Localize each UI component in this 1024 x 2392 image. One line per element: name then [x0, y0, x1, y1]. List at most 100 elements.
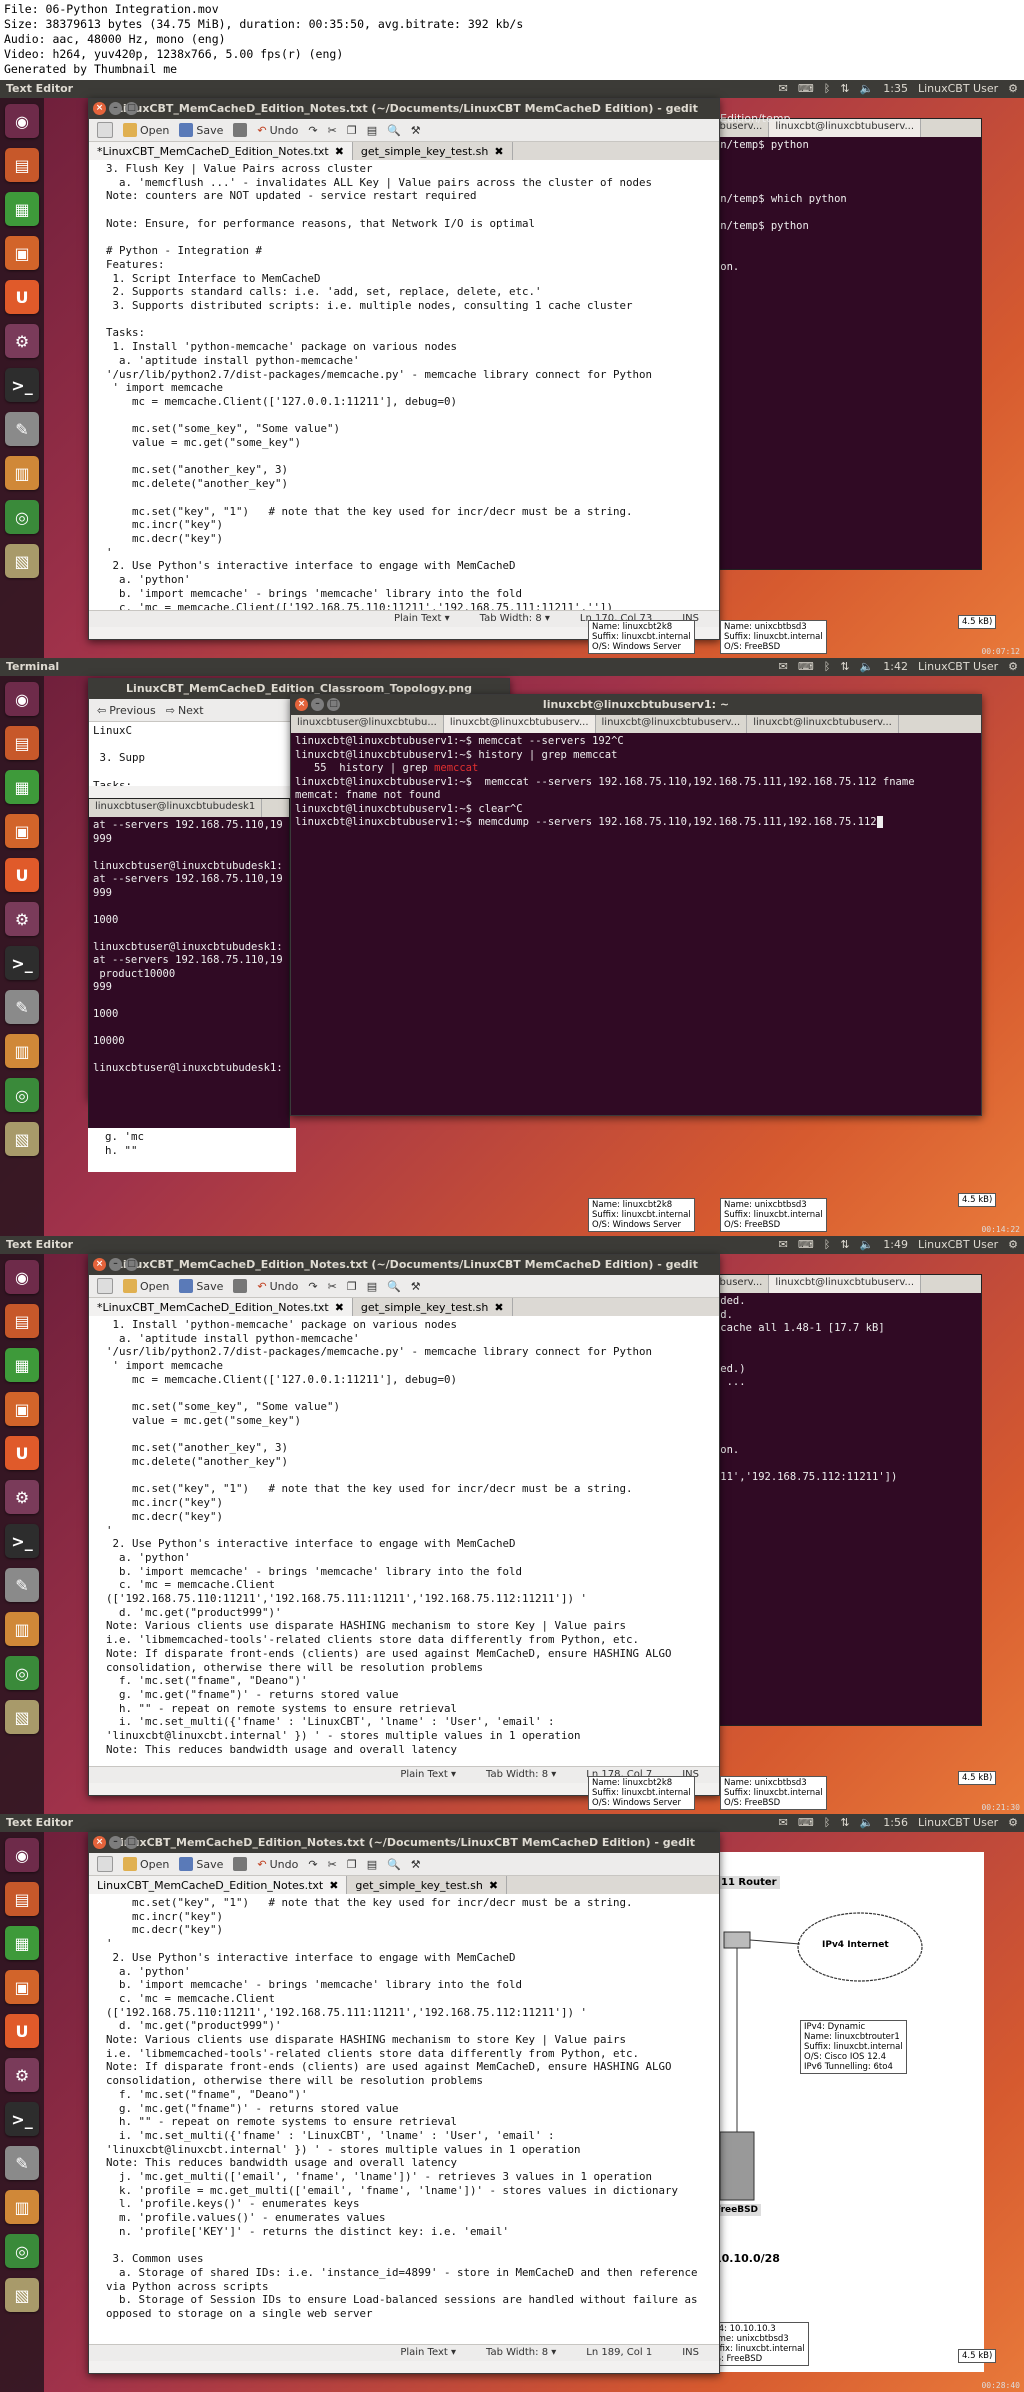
impress-icon[interactable]: ▣: [5, 236, 39, 270]
network-tool-icon[interactable]: ▧: [5, 1122, 39, 1156]
tab-width-selector[interactable]: Tab Width: 8 ▾: [480, 611, 550, 627]
close-icon[interactable]: ✖: [329, 1879, 338, 1892]
terminal-tab[interactable]: linuxcbt@linuxcbtubuserv...: [769, 1275, 922, 1293]
software-center-icon[interactable]: U: [5, 858, 39, 892]
close-icon[interactable]: ×: [93, 102, 106, 115]
previous-button[interactable]: ⇦ Previous: [97, 704, 156, 717]
mail-icon[interactable]: ✉: [779, 1236, 788, 1254]
terminal-output[interactable]: linuxcbt@linuxcbtubuserv1:~$ memccat --s…: [291, 733, 981, 832]
user-menu[interactable]: LinuxCBT User: [918, 80, 998, 98]
redo-button[interactable]: ↷: [308, 124, 317, 137]
new-button[interactable]: [97, 122, 113, 138]
volume-icon[interactable]: 🔈: [860, 80, 874, 98]
archive-icon[interactable]: ▥: [5, 2190, 39, 2224]
calc-icon[interactable]: ▦: [5, 770, 39, 804]
text-editor-icon[interactable]: ✎: [5, 990, 39, 1024]
calc-icon[interactable]: ▦: [5, 1926, 39, 1960]
print-button[interactable]: [233, 1279, 248, 1293]
left-terminal[interactable]: linuxcbtuser@linuxcbtubudesk1 at --serve…: [88, 798, 290, 1130]
close-icon[interactable]: ×: [93, 1836, 106, 1849]
print-button[interactable]: [233, 123, 248, 137]
clock[interactable]: 1:49: [883, 1236, 908, 1254]
keyboard-icon[interactable]: ⌨: [798, 1236, 814, 1254]
language-selector[interactable]: Plain Text ▾: [400, 2345, 456, 2361]
replace-button[interactable]: ⚒: [411, 124, 421, 137]
network-icon[interactable]: ⇅: [840, 80, 849, 98]
search-button[interactable]: 🔍: [387, 1858, 401, 1871]
paste-button[interactable]: ▤: [367, 124, 377, 137]
terminal-icon[interactable]: >_: [5, 2102, 39, 2136]
keyboard-icon[interactable]: ⌨: [798, 1814, 814, 1832]
software-center-icon[interactable]: U: [5, 2014, 39, 2048]
power-icon[interactable]: ⚙: [1008, 658, 1018, 676]
print-button[interactable]: [233, 1857, 248, 1871]
network-tool-icon[interactable]: ▧: [5, 544, 39, 578]
redo-button[interactable]: ↷: [308, 1858, 317, 1871]
terminal-tab[interactable]: linuxcbt@linuxcbtubuserv...: [443, 715, 596, 733]
close-icon[interactable]: ✖: [335, 145, 344, 158]
power-icon[interactable]: ⚙: [1008, 1814, 1018, 1832]
calc-icon[interactable]: ▦: [5, 192, 39, 226]
volume-icon[interactable]: 🔈: [860, 658, 874, 676]
minimize-icon[interactable]: –: [109, 1258, 122, 1271]
editor-text-area[interactable]: 1. Install 'python-memcache' package on …: [89, 1316, 719, 1766]
save-button[interactable]: Save: [179, 1279, 223, 1293]
chrome-icon[interactable]: ◎: [5, 2234, 39, 2268]
impress-icon[interactable]: ▣: [5, 814, 39, 848]
clock[interactable]: 1:35: [883, 80, 908, 98]
tab-script[interactable]: get_simple_key_test.sh ✖: [353, 142, 513, 160]
power-icon[interactable]: ⚙: [1008, 80, 1018, 98]
chrome-icon[interactable]: ◎: [5, 500, 39, 534]
network-tool-icon[interactable]: ▧: [5, 2278, 39, 2312]
mail-icon[interactable]: ✉: [779, 1814, 788, 1832]
terminal-icon[interactable]: >_: [5, 368, 39, 402]
text-editor-icon[interactable]: ✎: [5, 2146, 39, 2180]
redo-button[interactable]: ↷: [308, 1280, 317, 1293]
save-button[interactable]: Save: [179, 123, 223, 137]
search-button[interactable]: 🔍: [387, 1280, 401, 1293]
copy-button[interactable]: ❐: [347, 124, 357, 137]
network-tool-icon[interactable]: ▧: [5, 1700, 39, 1734]
minimize-icon[interactable]: –: [109, 1836, 122, 1849]
maximize-icon[interactable]: □: [125, 102, 138, 115]
network-icon[interactable]: ⇅: [840, 1236, 849, 1254]
tab-script[interactable]: get_simple_key_test.sh ✖: [353, 1298, 513, 1316]
bluetooth-icon[interactable]: ᛒ: [824, 658, 831, 676]
files-icon[interactable]: ▤: [5, 726, 39, 760]
minimize-icon[interactable]: –: [311, 698, 324, 711]
minimize-icon[interactable]: –: [109, 102, 122, 115]
open-button[interactable]: Open: [123, 1279, 169, 1293]
undo-button[interactable]: ↶ Undo: [257, 1858, 298, 1871]
files-icon[interactable]: ▤: [5, 1304, 39, 1338]
replace-button[interactable]: ⚒: [411, 1280, 421, 1293]
archive-icon[interactable]: ▥: [5, 1034, 39, 1068]
open-button[interactable]: Open: [123, 123, 169, 137]
user-menu[interactable]: LinuxCBT User: [918, 658, 998, 676]
settings-icon[interactable]: ⚙: [5, 1480, 39, 1514]
volume-icon[interactable]: 🔈: [860, 1814, 874, 1832]
cut-button[interactable]: ✂: [328, 1280, 337, 1293]
background-terminal[interactable]: xbtubuserv... linuxcbt@linuxcbtubuserv..…: [690, 1274, 982, 1726]
maximize-icon[interactable]: □: [125, 1836, 138, 1849]
next-button[interactable]: ⇨ Next: [166, 704, 204, 717]
terminal-tab[interactable]: linuxcbtuser@linuxcbtubudesk1: [89, 799, 263, 817]
bluetooth-icon[interactable]: ᛒ: [824, 1814, 831, 1832]
text-editor-icon[interactable]: ✎: [5, 1568, 39, 1602]
files-icon[interactable]: ▤: [5, 1882, 39, 1916]
bluetooth-icon[interactable]: ᛒ: [824, 80, 831, 98]
terminal-icon[interactable]: >_: [5, 1524, 39, 1558]
editor-text-area[interactable]: 3. Flush Key | Value Pairs across cluste…: [89, 160, 719, 610]
replace-button[interactable]: ⚒: [411, 1858, 421, 1871]
terminal-tab[interactable]: linuxcbtuser@linuxcbtubu...: [291, 715, 444, 733]
tab-notes[interactable]: *LinuxCBT_MemCacheD_Edition_Notes.txt ✖: [89, 142, 353, 160]
close-icon[interactable]: ✖: [489, 1879, 498, 1892]
terminal-icon[interactable]: >_: [5, 946, 39, 980]
close-icon[interactable]: ✖: [494, 145, 503, 158]
copy-button[interactable]: ❐: [347, 1858, 357, 1871]
new-button[interactable]: [97, 1278, 113, 1294]
software-center-icon[interactable]: U: [5, 1436, 39, 1470]
settings-icon[interactable]: ⚙: [5, 902, 39, 936]
settings-icon[interactable]: ⚙: [5, 324, 39, 358]
software-center-icon[interactable]: U: [5, 280, 39, 314]
volume-icon[interactable]: 🔈: [860, 1236, 874, 1254]
